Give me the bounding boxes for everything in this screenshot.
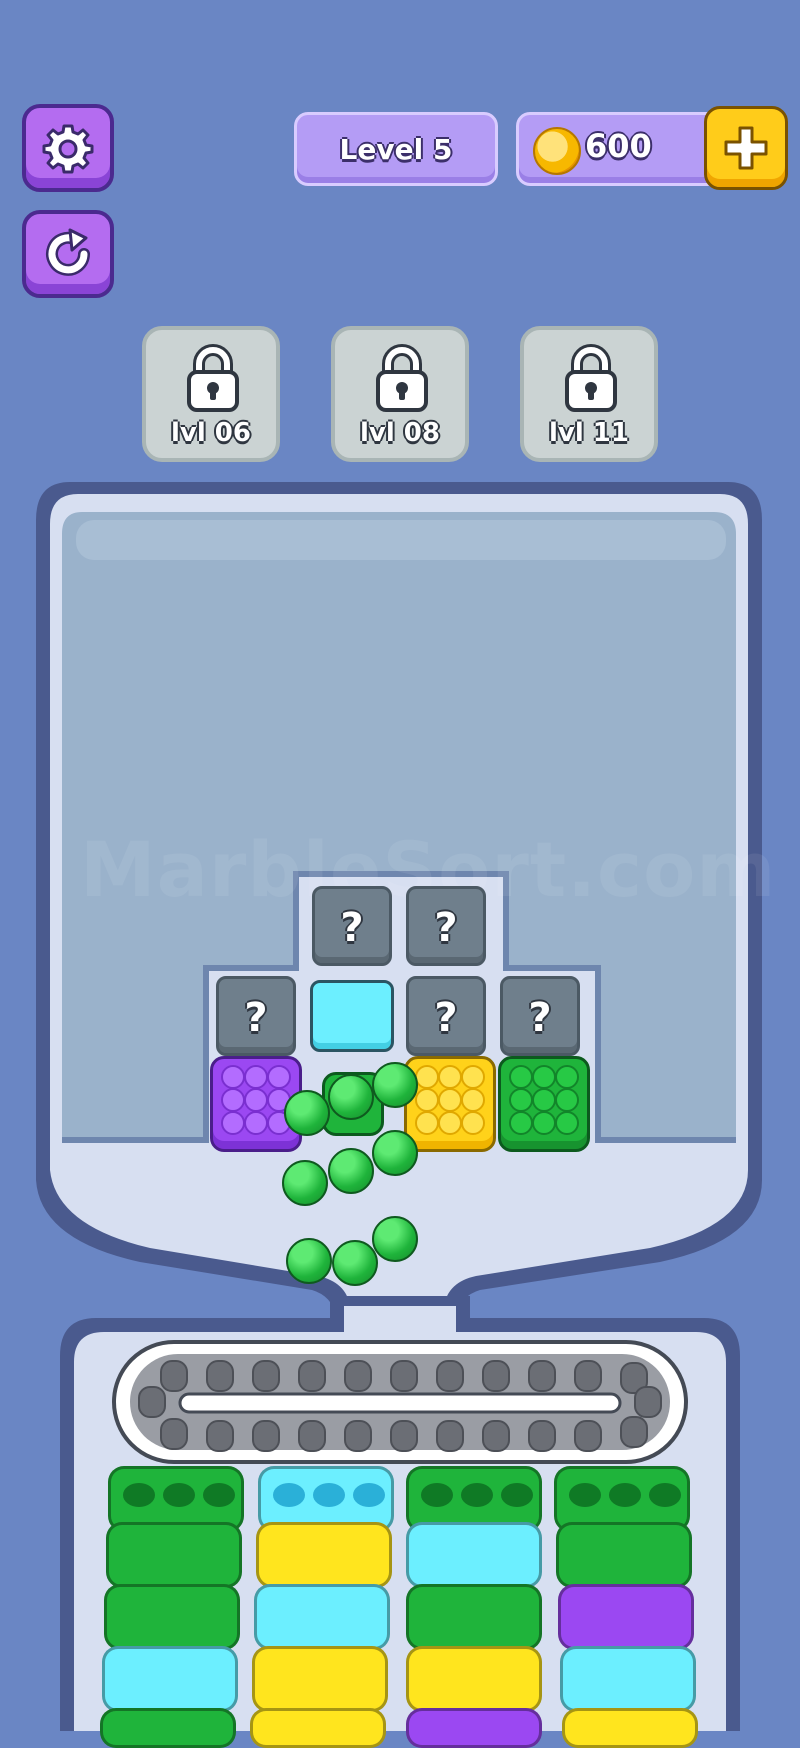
- plus-icon: [724, 126, 768, 170]
- hidden-tile[interactable]: ?: [312, 886, 392, 966]
- settings-button[interactable]: [22, 104, 114, 192]
- coin-amount: 600: [585, 127, 652, 165]
- marble-box-green[interactable]: [498, 1056, 590, 1152]
- hidden-tile[interactable]: ?: [216, 976, 296, 1056]
- marble: [282, 1160, 328, 1206]
- locked-slot-1[interactable]: lvl 06: [142, 326, 280, 462]
- lock-icon: [187, 344, 239, 412]
- hidden-tile[interactable]: ?: [406, 886, 486, 966]
- coin-icon: [533, 127, 581, 175]
- locked-slot-label: lvl 08: [359, 418, 440, 448]
- hidden-tile[interactable]: ?: [406, 976, 486, 1056]
- marble: [286, 1238, 332, 1284]
- restart-button[interactable]: [22, 210, 114, 298]
- watermark: MarbleSort.com: [80, 825, 777, 914]
- marble: [372, 1216, 418, 1262]
- coin-counter: 600: [516, 112, 722, 186]
- marble: [332, 1240, 378, 1286]
- lock-icon: [376, 344, 428, 412]
- marble: [372, 1130, 418, 1176]
- level-indicator: Level 5: [294, 112, 498, 186]
- hidden-tile[interactable]: ?: [500, 976, 580, 1056]
- open-tile[interactable]: [310, 980, 394, 1052]
- marble: [372, 1062, 418, 1108]
- add-coins-button[interactable]: [704, 106, 788, 190]
- restart-icon: [46, 228, 90, 276]
- locked-slot-label: lvl 06: [170, 418, 251, 448]
- lock-icon: [565, 344, 617, 412]
- marble: [328, 1148, 374, 1194]
- marble-box-yellow[interactable]: [404, 1056, 496, 1152]
- locked-slot-3[interactable]: lvl 11: [520, 326, 658, 462]
- marble: [284, 1090, 330, 1136]
- gear-icon: [42, 124, 94, 174]
- locked-slot-label: lvl 11: [548, 418, 629, 448]
- level-label: Level 5: [339, 132, 453, 166]
- marble: [328, 1074, 374, 1120]
- locked-slot-2[interactable]: lvl 08: [331, 326, 469, 462]
